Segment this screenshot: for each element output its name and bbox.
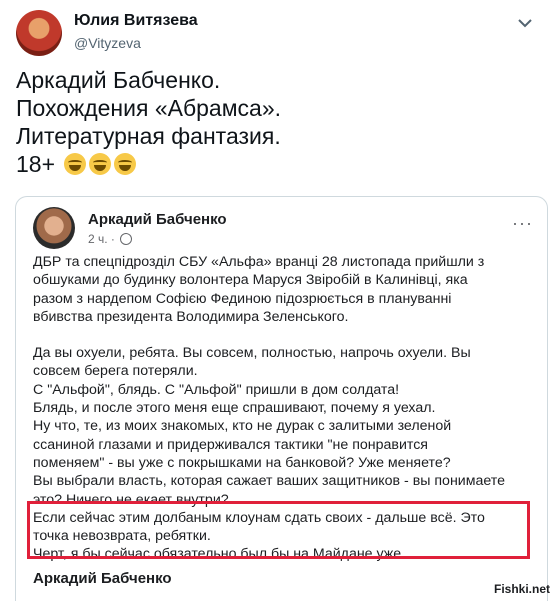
author-avatar[interactable] (16, 10, 62, 56)
rating-text: 18+ (16, 151, 56, 177)
tweet-header: Юлия Витязева @Vityzeva (14, 8, 544, 58)
more-options-icon: ··· (512, 213, 533, 233)
post-line: Ну что, те, из моих знакомых, кто не дур… (33, 418, 452, 435)
author-handle[interactable]: @Vityzeva (74, 35, 141, 51)
post-line: поменяем" - вы уже с покрышками на банко… (33, 454, 451, 471)
chevron-down-icon[interactable] (516, 14, 534, 32)
post-line: разом з нардепом Софією Фединою підозрює… (33, 290, 452, 307)
tweet-line: Аркадий Бабченко. (16, 67, 221, 93)
globe-icon (120, 233, 133, 245)
post-author-name: Аркадий Бабченко (88, 211, 227, 228)
author-name[interactable]: Юлия Витязева (74, 12, 198, 30)
watermark: Fishki.net (493, 582, 550, 596)
post-line: С "Альфой", блядь. С "Альфой" пришли в д… (33, 381, 400, 398)
embedded-post-screenshot[interactable]: Аркадий Бабченко 2 ч. · ··· ДБР та спецп… (15, 196, 548, 601)
tweet-line: Похождения «Абрамса». (16, 95, 282, 121)
red-highlight-box (27, 501, 530, 559)
post-line: Блядь, и после этого меня еще спрашивают… (33, 400, 436, 417)
laughing-emoji-icon (89, 153, 112, 175)
laughing-emoji-icon (64, 153, 87, 175)
post-line: Да вы охуели, ребята. Вы совсем, полност… (33, 345, 471, 362)
post-footer-author: Аркадий Бабченко (33, 570, 172, 587)
post-line: обшуками до будинку волонтера Маруся Зві… (33, 272, 468, 289)
post-line: ссаниной глазами и придерживался тактики… (33, 436, 428, 453)
tweet-line: Литературная фантазия. (16, 123, 281, 149)
post-line: совсем берега потеряли. (33, 363, 198, 380)
tweet-text: Аркадий Бабченко. Похождения «Абрамса». … (16, 66, 536, 178)
post-author-avatar (33, 207, 75, 249)
post-line: Вы выбрали власть, которая сажает ваших … (33, 473, 506, 490)
timestamp-text: 2 ч. (88, 232, 108, 246)
post-line: ДБР та спецпідрозділ СБУ «Альфа» вранці … (33, 254, 485, 270)
post-line: вбивства президента Володимира Зеленсько… (33, 308, 349, 325)
laughing-emoji-icon (114, 153, 137, 175)
post-timestamp: 2 ч. · (88, 232, 133, 246)
tweet-line-rating: 18+ (16, 150, 536, 178)
